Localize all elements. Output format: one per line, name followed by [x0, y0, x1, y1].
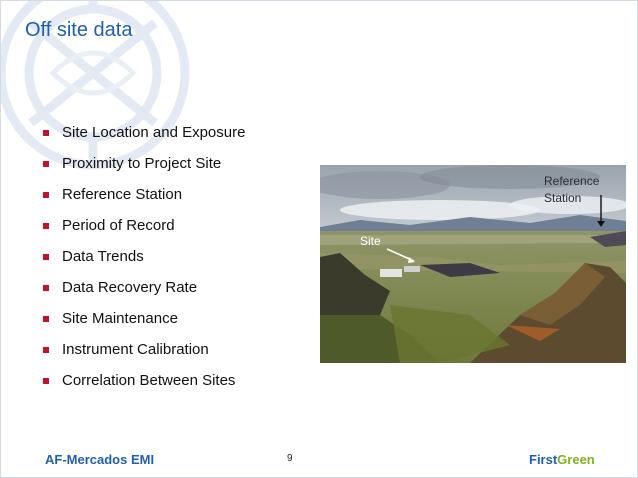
bullet-item: Site Maintenance: [43, 303, 245, 334]
bullet-item: Site Location and Exposure: [43, 117, 245, 148]
bullet-item: Period of Record: [43, 210, 245, 241]
reference-label-line1: Reference: [544, 174, 600, 188]
footer-brand: FirstGreen: [529, 452, 595, 467]
bullet-text: Correlation Between Sites: [62, 372, 236, 389]
landscape-image: Site Reference Station: [320, 165, 626, 363]
bullet-text: Site Location and Exposure: [62, 124, 246, 141]
page-title: Off site data: [25, 19, 133, 41]
bullet-text: Data Trends: [62, 248, 144, 265]
brand-first: First: [529, 452, 558, 467]
bullet-text: Proximity to Project Site: [62, 155, 222, 172]
bullet-item: Data Trends: [43, 241, 245, 272]
page-number: 9: [287, 453, 293, 464]
bullet-square-icon: [43, 191, 49, 198]
site-label: Site: [360, 234, 381, 248]
footer-company: AF-Mercados EMI: [45, 452, 155, 467]
bullet-text: Instrument Calibration: [62, 341, 209, 358]
slide: Off site data Site Location and Exposure…: [0, 0, 638, 478]
bullet-square-icon: [43, 129, 49, 136]
bullet-item: Correlation Between Sites: [43, 365, 245, 396]
bullet-square-icon: [43, 315, 49, 322]
bullet-item: Data Recovery Rate: [43, 272, 245, 303]
bullet-item: Proximity to Project Site: [43, 148, 245, 179]
bullet-text: Period of Record: [62, 217, 175, 234]
bullet-text: Data Recovery Rate: [62, 279, 198, 296]
bullet-square-icon: [43, 160, 49, 167]
bullet-text: Site Maintenance: [62, 310, 178, 327]
bullet-square-icon: [43, 253, 49, 260]
bullet-square-icon: [43, 377, 49, 384]
reference-label-line2: Station: [544, 191, 581, 205]
bullet-item: Instrument Calibration: [43, 334, 245, 365]
bullet-square-icon: [43, 346, 49, 353]
bullet-square-icon: [43, 222, 49, 229]
bullet-list: Site Location and Exposure Proximity to …: [43, 117, 245, 396]
bullet-text: Reference Station: [62, 186, 183, 203]
site-photo: Site Reference Station: [320, 165, 626, 363]
bullet-item: Reference Station: [43, 179, 245, 210]
bullet-square-icon: [43, 284, 49, 291]
brand-green: Green: [557, 452, 595, 467]
